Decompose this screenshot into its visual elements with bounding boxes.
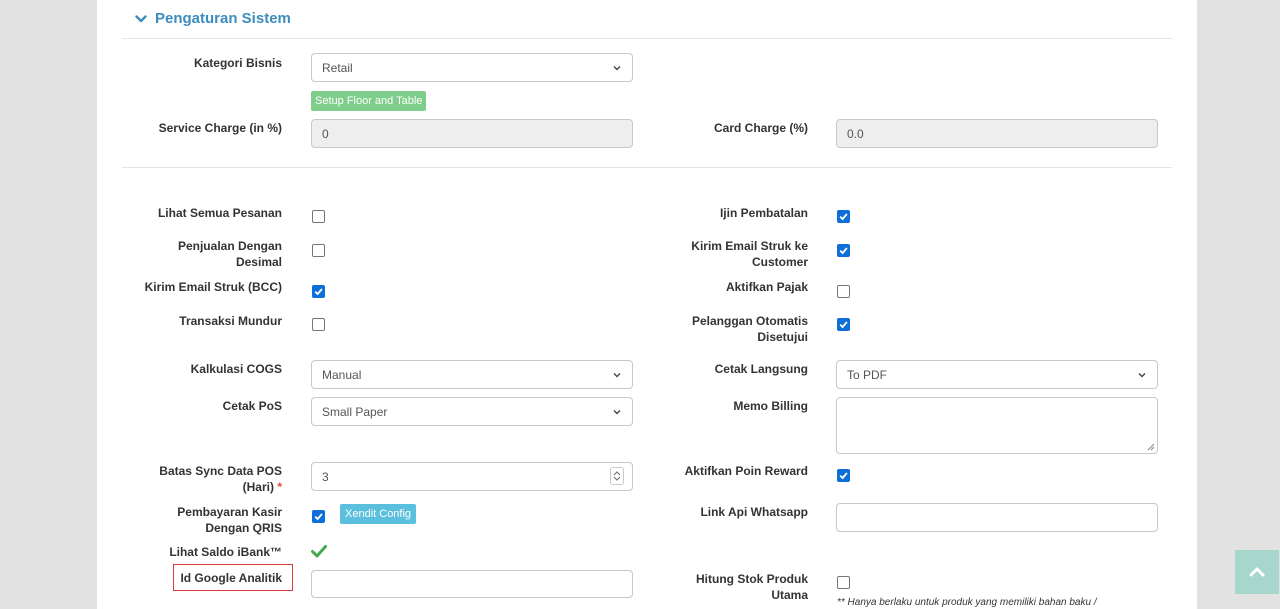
checkmark-icon: [839, 213, 848, 221]
label-transaksi-mundur: Transaksi Mundur: [179, 314, 282, 328]
lihat-semua-pesanan-checkbox[interactable]: [312, 210, 325, 223]
batas-sync-input[interactable]: 3: [311, 462, 633, 491]
check-icon: [311, 545, 327, 558]
pelanggan-otomatis-checkbox[interactable]: [837, 318, 850, 331]
kirim-email-customer-checkbox[interactable]: [837, 244, 850, 257]
hitung-stok-note: ** Hanya berlaku untuk produk yang memil…: [837, 597, 1097, 608]
chevron-up-icon: [1249, 567, 1265, 577]
id-google-analitik-input[interactable]: [311, 570, 633, 598]
kalkulasi-cogs-select[interactable]: Manual: [311, 360, 633, 389]
label-kalkulasi-cogs: Kalkulasi COGS: [190, 362, 282, 376]
label-penjualan-desimal: Penjualan Dengan Desimal: [177, 239, 282, 269]
memo-billing-textarea[interactable]: [836, 397, 1158, 454]
label-link-api-whatsapp: Link Api Whatsapp: [700, 505, 808, 519]
setup-floor-table-button[interactable]: Setup Floor and Table: [311, 91, 427, 111]
section-toggle[interactable]: Pengaturan Sistem: [135, 10, 291, 27]
label-cetak-langsung: Cetak Langsung: [714, 362, 808, 376]
label-hitung-stok-produk: Hitung Stok Produk Utama: [696, 572, 808, 602]
divider: [122, 38, 1172, 39]
label-lihat-semua-pesanan: Lihat Semua Pesanan: [157, 206, 282, 220]
kirim-email-bcc-checkbox[interactable]: [312, 285, 325, 298]
checkmark-icon: [839, 472, 848, 480]
chevron-down-icon: [613, 65, 621, 70]
service-charge-input[interactable]: 0: [311, 119, 633, 148]
ijin-pembatalan-checkbox[interactable]: [837, 210, 850, 223]
label-ijin-pembatalan: Ijin Pembatalan: [719, 206, 808, 220]
label-kirim-email-customer: Kirim Email Struk ke Customer: [691, 239, 808, 269]
required-marker: *: [277, 480, 282, 494]
hitung-stok-produk-checkbox[interactable]: [837, 576, 850, 589]
kategori-bisnis-select[interactable]: Retail: [311, 53, 633, 82]
label-cetak-pos: Cetak PoS: [222, 399, 282, 413]
settings-panel: Pengaturan Sistem Kategori Bisnis Retail…: [97, 0, 1197, 609]
label-lihat-saldo-ibank: Lihat Saldo iBank™: [169, 545, 282, 559]
label-aktifkan-pajak: Aktifkan Pajak: [725, 280, 808, 294]
label-card-charge: Card Charge (%): [713, 121, 808, 135]
xendit-config-button[interactable]: Xendit Config: [340, 504, 417, 524]
link-api-whatsapp-input[interactable]: [836, 503, 1158, 532]
label-pelanggan-otomatis: Pelanggan Otomatis Disetujui: [691, 314, 808, 344]
chevron-down-icon: [1138, 372, 1146, 377]
aktifkan-pajak-checkbox[interactable]: [837, 285, 850, 298]
scroll-to-top-button[interactable]: [1235, 550, 1279, 594]
label-aktifkan-poin-reward: Aktifkan Poin Reward: [684, 464, 808, 478]
checkmark-icon: [314, 288, 323, 296]
resize-grip-icon[interactable]: [1145, 441, 1155, 451]
divider: [122, 167, 1172, 168]
cetak-pos-select[interactable]: Small Paper: [311, 397, 633, 426]
label-kirim-email-bcc: Kirim Email Struk (BCC): [144, 280, 282, 294]
label-kategori-bisnis: Kategori Bisnis: [193, 56, 282, 70]
label-service-charge: Service Charge (in %): [158, 121, 282, 135]
label-pembayaran-qris: Pembayaran Kasir Dengan QRIS: [177, 505, 282, 535]
section-title: Pengaturan Sistem: [155, 10, 291, 27]
card-charge-input[interactable]: 0.0: [836, 119, 1158, 148]
label-memo-billing: Memo Billing: [733, 399, 808, 413]
chevron-down-icon: [135, 14, 147, 22]
label-id-google-analitik: Id Google Analitik: [180, 571, 282, 585]
aktifkan-poin-reward-checkbox[interactable]: [837, 469, 850, 482]
checkmark-icon: [314, 513, 323, 521]
cetak-langsung-select[interactable]: To PDF: [836, 360, 1158, 389]
penjualan-desimal-checkbox[interactable]: [312, 244, 325, 257]
checkmark-icon: [839, 321, 848, 329]
label-batas-sync: Batas Sync Data POS (Hari) *: [159, 464, 282, 494]
pembayaran-qris-checkbox[interactable]: [312, 510, 325, 523]
transaksi-mundur-checkbox[interactable]: [312, 318, 325, 331]
checkmark-icon: [839, 247, 848, 255]
